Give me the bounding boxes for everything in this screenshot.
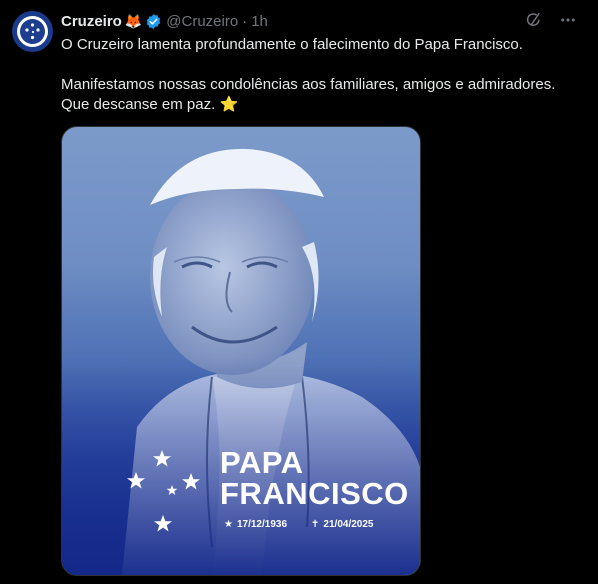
tweet-header: Cruzeiro 🦊 @Cruzeiro · 1h	[61, 10, 578, 32]
more-options-icon[interactable]	[558, 10, 578, 30]
author-emoji: 🦊	[124, 12, 143, 29]
death-date: 21/04/2025	[323, 519, 374, 530]
star-emoji: ⭐	[219, 96, 239, 113]
title-line-2: FRANCISCO	[220, 476, 409, 511]
avatar[interactable]	[12, 11, 53, 52]
author-name[interactable]: Cruzeiro	[61, 13, 122, 30]
cross-icon: ✝	[311, 519, 320, 530]
birth-date-item: ★ 17/12/1936	[224, 519, 287, 530]
cruzeiro-crest-icon	[17, 16, 48, 47]
tweet-line-1: O Cruzeiro lamenta profundamente o falec…	[61, 36, 523, 53]
verified-badge-icon[interactable]	[145, 13, 162, 30]
tweet-line-3-wrap: Que descanse em paz. ⭐	[61, 95, 581, 115]
image-title: PAPA FRANCISCO	[220, 447, 409, 509]
timestamp[interactable]: 1h	[251, 13, 268, 30]
tweet-line-2: Manifestamos nossas condolências aos fam…	[61, 76, 556, 93]
title-line-1: PAPA	[220, 445, 304, 480]
author-handle[interactable]: @Cruzeiro	[166, 13, 238, 30]
separator-dot: ·	[242, 12, 248, 30]
tweet-media-image[interactable]: PAPA FRANCISCO ★ 17/12/1936 ✝ 21/04/2025	[61, 126, 421, 576]
tweet-line-3: Que descanse em paz.	[61, 96, 216, 113]
grok-icon[interactable]	[524, 10, 544, 30]
life-dates: ★ 17/12/1936 ✝ 21/04/2025	[224, 519, 373, 530]
birth-star-icon: ★	[224, 519, 233, 530]
tweet-text: O Cruzeiro lamenta profundamente o falec…	[61, 35, 581, 115]
birth-date: 17/12/1936	[236, 519, 288, 530]
death-date-item: ✝ 21/04/2025	[311, 519, 373, 530]
